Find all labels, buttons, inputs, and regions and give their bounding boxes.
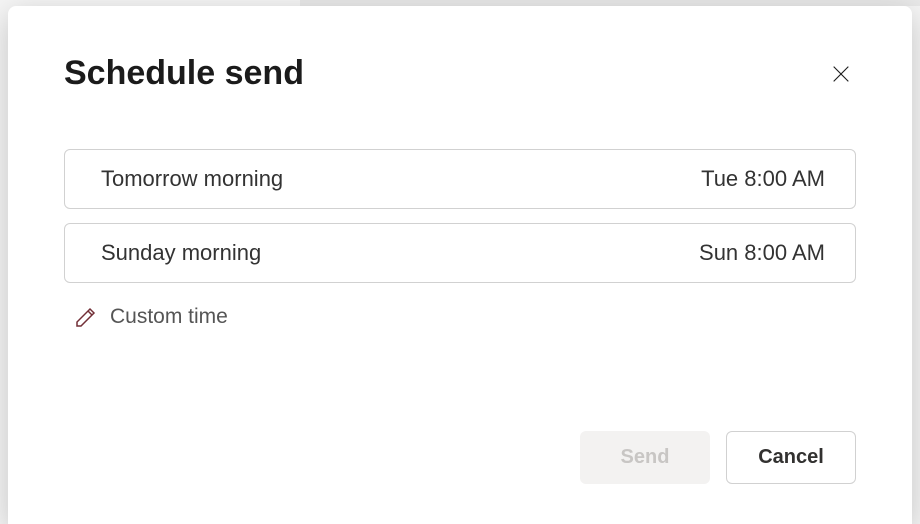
option-tomorrow-morning[interactable]: Tomorrow morning Tue 8:00 AM xyxy=(64,149,856,209)
send-button[interactable]: Send xyxy=(580,431,710,484)
dialog-footer: Send Cancel xyxy=(580,431,856,484)
option-sunday-morning[interactable]: Sunday morning Sun 8:00 AM xyxy=(64,223,856,283)
close-button[interactable] xyxy=(826,59,856,89)
option-time: Tue 8:00 AM xyxy=(701,166,825,192)
option-label: Tomorrow morning xyxy=(101,166,283,192)
cancel-button[interactable]: Cancel xyxy=(726,431,856,484)
dialog-header: Schedule send xyxy=(8,6,912,93)
option-time: Sun 8:00 AM xyxy=(699,240,825,266)
custom-time-label: Custom time xyxy=(110,305,228,329)
close-icon xyxy=(830,63,852,85)
schedule-send-dialog: Schedule send Tomorrow morning Tue 8:00 … xyxy=(8,6,912,524)
pencil-icon xyxy=(74,305,98,329)
option-label: Sunday morning xyxy=(101,240,261,266)
dialog-title: Schedule send xyxy=(64,54,304,93)
schedule-options: Tomorrow morning Tue 8:00 AM Sunday morn… xyxy=(8,93,912,283)
custom-time-button[interactable]: Custom time xyxy=(8,283,912,329)
